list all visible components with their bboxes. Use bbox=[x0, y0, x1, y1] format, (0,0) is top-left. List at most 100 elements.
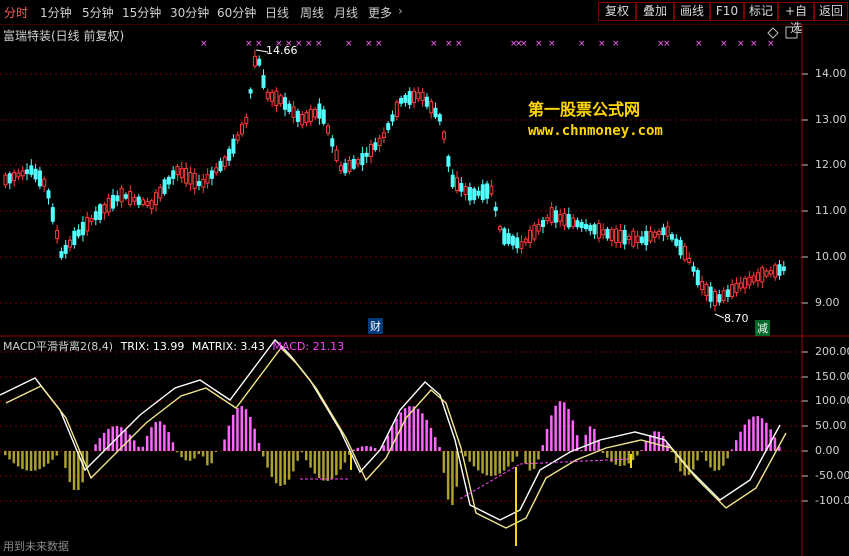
macd-bar bbox=[606, 451, 609, 458]
macd-bar bbox=[593, 428, 596, 451]
macd-bar bbox=[623, 451, 626, 466]
event-marker: × bbox=[315, 39, 323, 49]
macd-bar bbox=[322, 451, 325, 481]
indicator-name[interactable]: MACD平滑背离2(8,4) bbox=[3, 340, 113, 353]
candle-body bbox=[326, 125, 330, 134]
chart-canvas[interactable]: × × × × × × × × × × × × × × ××× × × × × × ×× × × × × × bbox=[0, 24, 849, 556]
candle-body bbox=[231, 138, 236, 154]
macd-bar bbox=[700, 451, 704, 453]
event-marker: × bbox=[612, 39, 620, 49]
macd-bar bbox=[236, 407, 239, 451]
share-reduction-flag[interactable]: 减 bbox=[755, 320, 770, 336]
macd-bar bbox=[399, 412, 403, 451]
tab-intraday[interactable]: 分时 bbox=[4, 4, 28, 21]
candle-body bbox=[20, 170, 25, 177]
financial-report-flag[interactable]: 财 bbox=[368, 318, 383, 334]
candle-body bbox=[201, 178, 206, 188]
tab-monthly[interactable]: 月线 bbox=[334, 4, 358, 21]
macd-bar bbox=[227, 425, 231, 451]
candle-body bbox=[257, 58, 262, 66]
macd-bar bbox=[403, 408, 407, 451]
macd-bar bbox=[636, 451, 639, 456]
macd-bar bbox=[150, 427, 153, 451]
back-button[interactable]: 返回 bbox=[814, 2, 848, 21]
macd-tick: 100.00 bbox=[815, 394, 849, 407]
diamond-icon[interactable] bbox=[767, 27, 779, 39]
event-marker: × bbox=[305, 39, 313, 49]
overlay-button[interactable]: 叠加 bbox=[636, 2, 674, 21]
candle-body bbox=[472, 188, 477, 201]
macd-tick: 150.00 bbox=[815, 370, 849, 383]
candle-body bbox=[377, 137, 382, 147]
macd-bar bbox=[55, 451, 59, 456]
candle-body bbox=[111, 195, 115, 209]
candle-body bbox=[424, 96, 429, 107]
candle-body bbox=[777, 264, 782, 276]
macd-bar bbox=[429, 427, 433, 451]
macd-bar bbox=[571, 420, 575, 451]
restore-rights-button[interactable]: 复权 bbox=[598, 2, 636, 21]
candle-body bbox=[347, 160, 352, 172]
macd-bar bbox=[313, 451, 317, 474]
macd-bar bbox=[94, 444, 97, 451]
macd-bar bbox=[558, 401, 562, 451]
mark-button[interactable]: 标记 bbox=[744, 2, 778, 21]
tab-weekly[interactable]: 周线 bbox=[300, 4, 324, 21]
tab-30min[interactable]: 30分钟 bbox=[170, 4, 209, 21]
candle-body bbox=[450, 174, 455, 188]
tab-60min[interactable]: 60分钟 bbox=[217, 4, 256, 21]
event-marker: × bbox=[455, 39, 463, 49]
stock-title: 富瑞特装(日线 前复权) bbox=[3, 29, 125, 43]
tab-15min[interactable]: 15分钟 bbox=[122, 4, 161, 21]
macd-bar bbox=[296, 451, 299, 461]
candle-body bbox=[313, 108, 318, 118]
macd-bar bbox=[193, 451, 196, 459]
macd-bar bbox=[12, 451, 16, 464]
candle-body bbox=[136, 196, 141, 205]
price-tick: 14.00 bbox=[815, 67, 847, 80]
macd-bar bbox=[287, 451, 291, 480]
macd-bar bbox=[25, 451, 28, 471]
future-data-note: 用到未来数据 bbox=[3, 540, 69, 553]
macd-bar bbox=[618, 451, 622, 466]
macd-bar bbox=[756, 416, 759, 451]
macd-bar bbox=[253, 428, 256, 451]
macd-bar bbox=[343, 451, 347, 463]
candle-body bbox=[188, 172, 193, 185]
candle-body bbox=[657, 230, 662, 235]
macd-bar bbox=[128, 434, 132, 451]
candle-body bbox=[304, 112, 309, 123]
candle-body bbox=[480, 184, 485, 201]
candle-body bbox=[751, 275, 756, 283]
macd-bar bbox=[330, 451, 334, 480]
macd-bar bbox=[421, 413, 424, 451]
macd-bar bbox=[485, 451, 489, 476]
tab-daily[interactable]: 日线 bbox=[265, 4, 289, 21]
chevron-right-icon[interactable]: › bbox=[398, 4, 403, 18]
add-watchlist-button[interactable]: +自选 bbox=[778, 2, 814, 35]
macd-bar bbox=[747, 419, 751, 451]
candle-body bbox=[691, 266, 696, 272]
candle-body bbox=[467, 187, 472, 201]
macd-bar bbox=[145, 435, 149, 451]
close-icon[interactable] bbox=[785, 26, 798, 39]
candle-body bbox=[248, 89, 253, 94]
tab-more[interactable]: 更多 bbox=[368, 4, 392, 21]
draw-line-button[interactable]: 画线 bbox=[674, 2, 710, 21]
tab-1min[interactable]: 1分钟 bbox=[40, 4, 72, 21]
macd-bar bbox=[502, 451, 506, 471]
candle-body bbox=[205, 174, 210, 184]
candle-body bbox=[29, 165, 34, 175]
f10-button[interactable]: F10 bbox=[710, 2, 744, 21]
tab-5min[interactable]: 5分钟 bbox=[82, 4, 114, 21]
macd-bar bbox=[752, 416, 755, 451]
candle-body bbox=[308, 108, 313, 122]
candle-body bbox=[16, 172, 21, 178]
event-marker: × bbox=[430, 39, 438, 49]
candle-body bbox=[485, 183, 490, 199]
candle-body bbox=[717, 294, 722, 303]
candle-body bbox=[373, 142, 378, 151]
macd-bar bbox=[614, 451, 618, 465]
candle-body bbox=[25, 169, 29, 175]
price-tick: 13.00 bbox=[815, 113, 847, 126]
